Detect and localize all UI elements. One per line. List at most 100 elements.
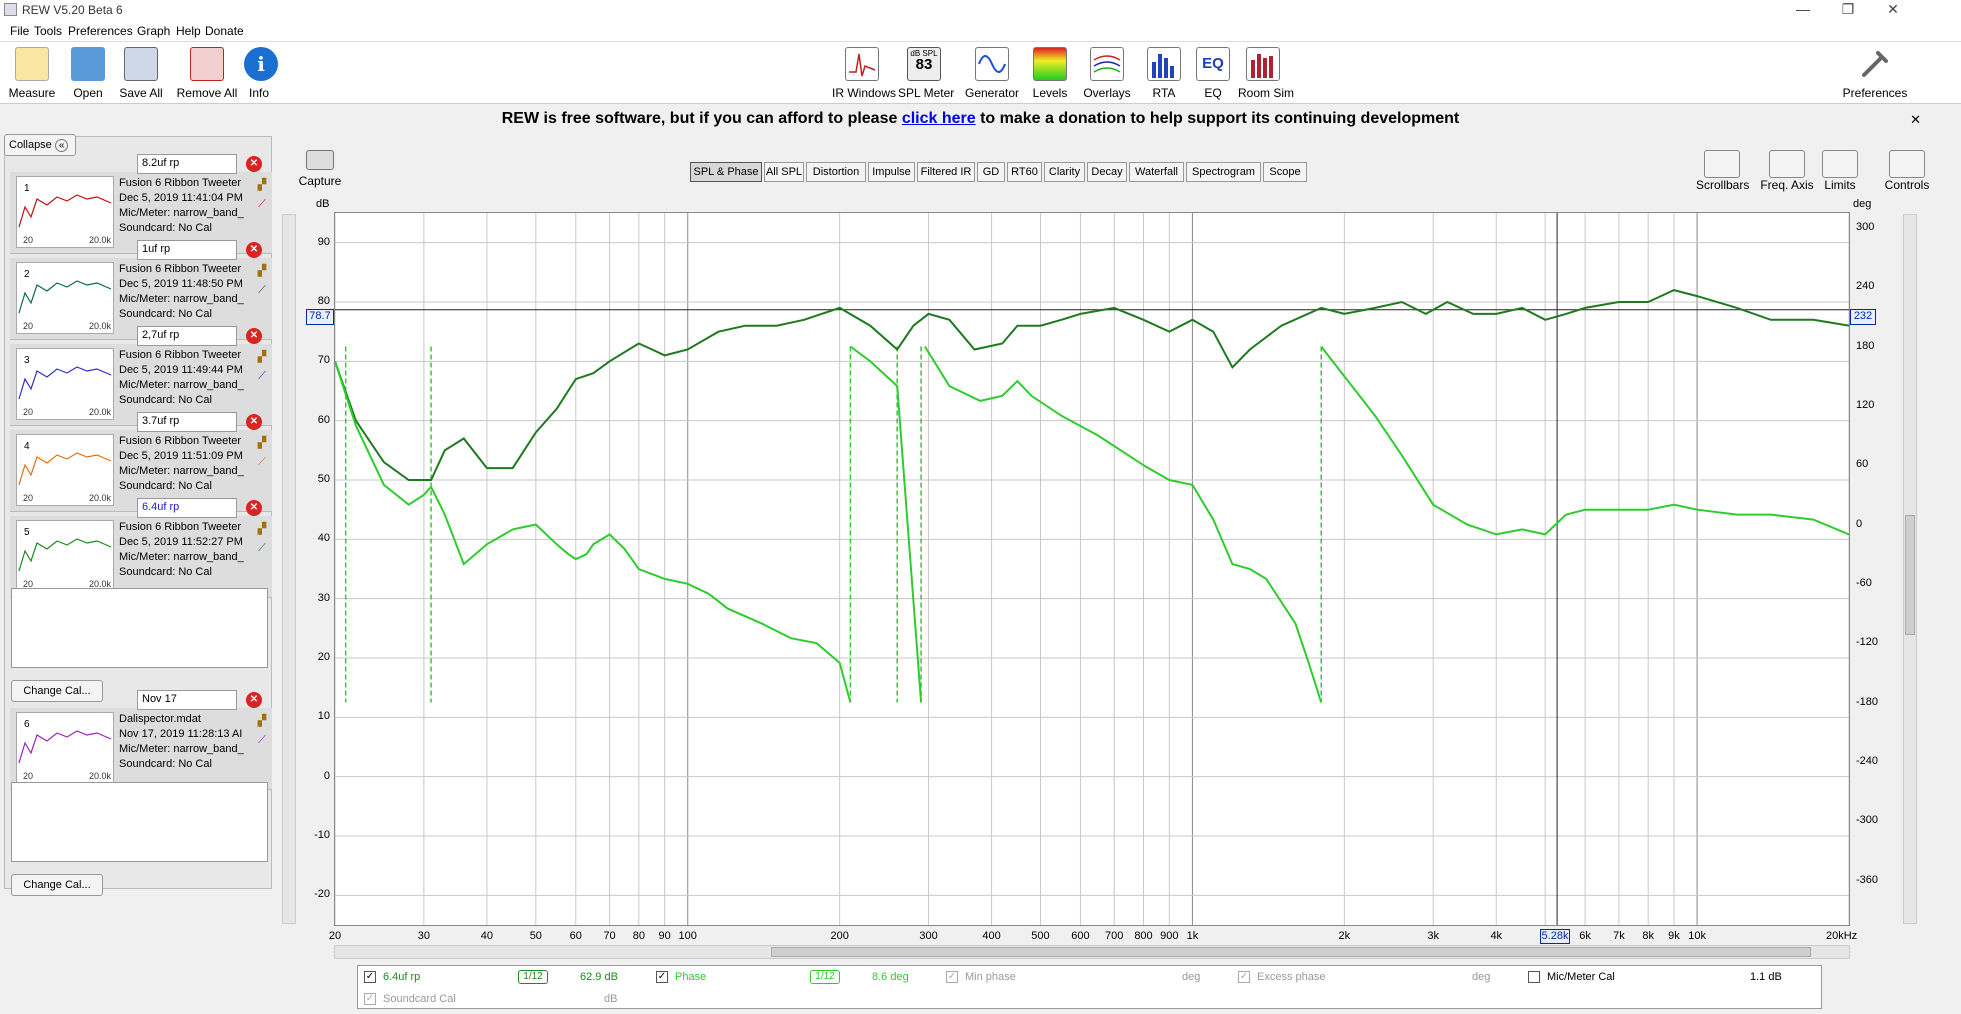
phase-checkbox[interactable]: ✓ xyxy=(656,971,668,983)
remove-measurement-button[interactable]: ✕ xyxy=(246,156,262,172)
measure-label: Measure xyxy=(8,86,56,100)
line-color-icon[interactable]: ⟋ xyxy=(254,456,270,470)
remove-measurement-button[interactable]: ✕ xyxy=(246,242,262,258)
menu-preferences[interactable]: Preferences xyxy=(68,24,133,38)
remove-measurement-button[interactable]: ✕ xyxy=(246,328,262,344)
open-button[interactable]: Open xyxy=(66,44,110,102)
change-cal-button[interactable]: Change Cal... xyxy=(11,680,103,702)
measurement-name-input[interactable]: 2,7uf rp xyxy=(137,326,237,346)
measurement-mic: Mic/Meter: narrow_band_ xyxy=(119,379,244,391)
measurement-name-input[interactable]: Nov 17 xyxy=(137,690,237,710)
donate-close-button[interactable]: ✕ xyxy=(1910,112,1921,128)
x-tick: 6k xyxy=(1579,930,1591,942)
horizontal-scrollbar[interactable] xyxy=(334,945,1850,959)
menu-graph[interactable]: Graph xyxy=(137,24,170,38)
remove-all-button[interactable]: Remove All xyxy=(176,44,238,102)
graph-settings-icon[interactable]: ▞ xyxy=(254,522,270,536)
change-cal-button[interactable]: Change Cal... xyxy=(11,874,103,896)
measurement-item[interactable]: 5 20 20.0k Fusion 6 Ribbon Tweeter Dec 5, 20… xyxy=(10,516,272,598)
graph-settings-icon[interactable]: ▞ xyxy=(254,178,270,192)
measurement-name-input[interactable]: 6.4uf rp xyxy=(137,498,237,518)
tab-clarity[interactable]: Clarity xyxy=(1044,162,1085,182)
spl-meter-button[interactable]: dB SPL 83 SPL Meter xyxy=(898,44,954,102)
tab-distortion[interactable]: Distortion xyxy=(806,162,866,182)
line-color-icon[interactable]: ⟋ xyxy=(254,370,270,384)
measurement-soundcard: Soundcard: No Cal xyxy=(119,758,212,770)
tab-gd[interactable]: GD xyxy=(977,162,1005,182)
tab-waterfall[interactable]: Waterfall xyxy=(1129,162,1184,182)
measurement-mic: Mic/Meter: narrow_band_ xyxy=(119,551,244,563)
room-sim-button[interactable]: Room Sim xyxy=(1238,44,1294,102)
capture-button[interactable]: Capture xyxy=(298,150,342,194)
x-tick: 400 xyxy=(982,930,1001,942)
graph-settings-icon[interactable]: ▞ xyxy=(254,436,270,450)
mic-cal-checkbox[interactable] xyxy=(1528,971,1540,983)
measurement-title: Fusion 6 Ribbon Tweeter xyxy=(119,521,242,533)
remove-measurement-button[interactable]: ✕ xyxy=(246,500,262,516)
horizontal-scroll-thumb[interactable] xyxy=(771,947,1811,957)
donate-link[interactable]: click here xyxy=(902,110,976,127)
line-color-icon[interactable]: ⟋ xyxy=(254,198,270,212)
generator-button[interactable]: Generator xyxy=(964,44,1020,102)
cursor-left-value: 78.7 xyxy=(306,309,334,325)
tab-all-spl[interactable]: All SPL xyxy=(764,162,804,182)
spl-phase-plot[interactable] xyxy=(334,212,1850,926)
y-right-unit: deg xyxy=(1853,198,1872,210)
graph-settings-icon[interactable]: ▞ xyxy=(254,264,270,278)
menu-tools[interactable]: Tools xyxy=(34,24,62,38)
controls-button[interactable]: Controls xyxy=(1884,150,1930,196)
save-all-button[interactable]: Save All xyxy=(116,44,166,102)
maximize-button[interactable]: ❐ xyxy=(1825,0,1871,20)
line-color-icon[interactable]: ⟋ xyxy=(254,542,270,556)
tab-rt60[interactable]: RT60 xyxy=(1007,162,1042,182)
limits-button[interactable]: Limits xyxy=(1822,150,1858,196)
measurement-title: Fusion 6 Ribbon Tweeter xyxy=(119,177,242,189)
soundcard-cal-checkbox[interactable]: ✓ xyxy=(364,993,376,1005)
freq-axis-button[interactable]: Freq. Axis xyxy=(1760,150,1814,196)
collapse-button[interactable]: Collapse « xyxy=(4,134,76,156)
ir-windows-button[interactable]: IR Windows xyxy=(832,44,896,102)
min-phase-checkbox[interactable]: ✓ xyxy=(946,971,958,983)
y-left-tick: 80 xyxy=(317,295,330,307)
excess-phase-checkbox[interactable]: ✓ xyxy=(1238,971,1250,983)
menu-help[interactable]: Help xyxy=(176,24,201,38)
right-vertical-scrollbar[interactable] xyxy=(1903,214,1917,924)
right-scroll-thumb[interactable] xyxy=(1905,515,1915,635)
levels-button[interactable]: Levels xyxy=(1030,44,1070,102)
measurement-title: Dalispector.mdat xyxy=(119,713,201,725)
phase-smoothing-button[interactable]: 1/12 xyxy=(810,970,840,984)
tab-filtered-ir[interactable]: Filtered IR xyxy=(917,162,975,182)
line-color-icon[interactable]: ⟋ xyxy=(254,284,270,298)
tab-spl-phase[interactable]: SPL & Phase xyxy=(690,162,762,182)
graph-settings-icon[interactable]: ▞ xyxy=(254,714,270,728)
minimize-button[interactable]: — xyxy=(1780,0,1826,20)
tab-decay[interactable]: Decay xyxy=(1087,162,1127,182)
eq-button[interactable]: EQ EQ xyxy=(1194,44,1232,102)
measurement-number: 5 xyxy=(24,527,30,538)
measurement-checkbox[interactable]: ✓ xyxy=(364,971,376,983)
window-title: REW V5.20 Beta 6 xyxy=(22,3,123,17)
measurement-name-input[interactable]: 3.7uf rp xyxy=(137,412,237,432)
scrollbars-button[interactable]: Scrollbars xyxy=(1696,150,1749,196)
line-color-icon[interactable]: ⟋ xyxy=(254,734,270,748)
tab-spectrogram[interactable]: Spectrogram xyxy=(1186,162,1261,182)
measure-button[interactable]: Measure xyxy=(6,44,58,102)
rta-button[interactable]: RTA xyxy=(1144,44,1184,102)
left-vertical-scrollbar[interactable] xyxy=(282,214,296,924)
tab-impulse[interactable]: Impulse xyxy=(868,162,915,182)
overlays-button[interactable]: Overlays xyxy=(1080,44,1134,102)
measurement-name-input[interactable]: 8.2uf rp xyxy=(137,154,237,174)
remove-measurement-button[interactable]: ✕ xyxy=(246,414,262,430)
preferences-button[interactable]: Preferences xyxy=(1842,44,1908,102)
info-button[interactable]: i Info xyxy=(244,44,278,102)
tab-scope[interactable]: Scope xyxy=(1263,162,1307,182)
remove-measurement-button[interactable]: ✕ xyxy=(246,692,262,708)
measurement-item[interactable]: 6 20 20.0k Dalispector.mdat Nov 17, 2019 11:… xyxy=(10,708,272,790)
menu-donate[interactable]: Donate xyxy=(205,24,244,38)
graph-settings-icon[interactable]: ▞ xyxy=(254,350,270,364)
measurement-name-input[interactable]: 1uf rp xyxy=(137,240,237,260)
thumbnail-high-freq: 20.0k xyxy=(88,771,111,781)
close-button[interactable]: ✕ xyxy=(1870,0,1916,20)
menu-file[interactable]: File xyxy=(10,24,29,38)
spl-smoothing-button[interactable]: 1/12 xyxy=(518,970,548,984)
